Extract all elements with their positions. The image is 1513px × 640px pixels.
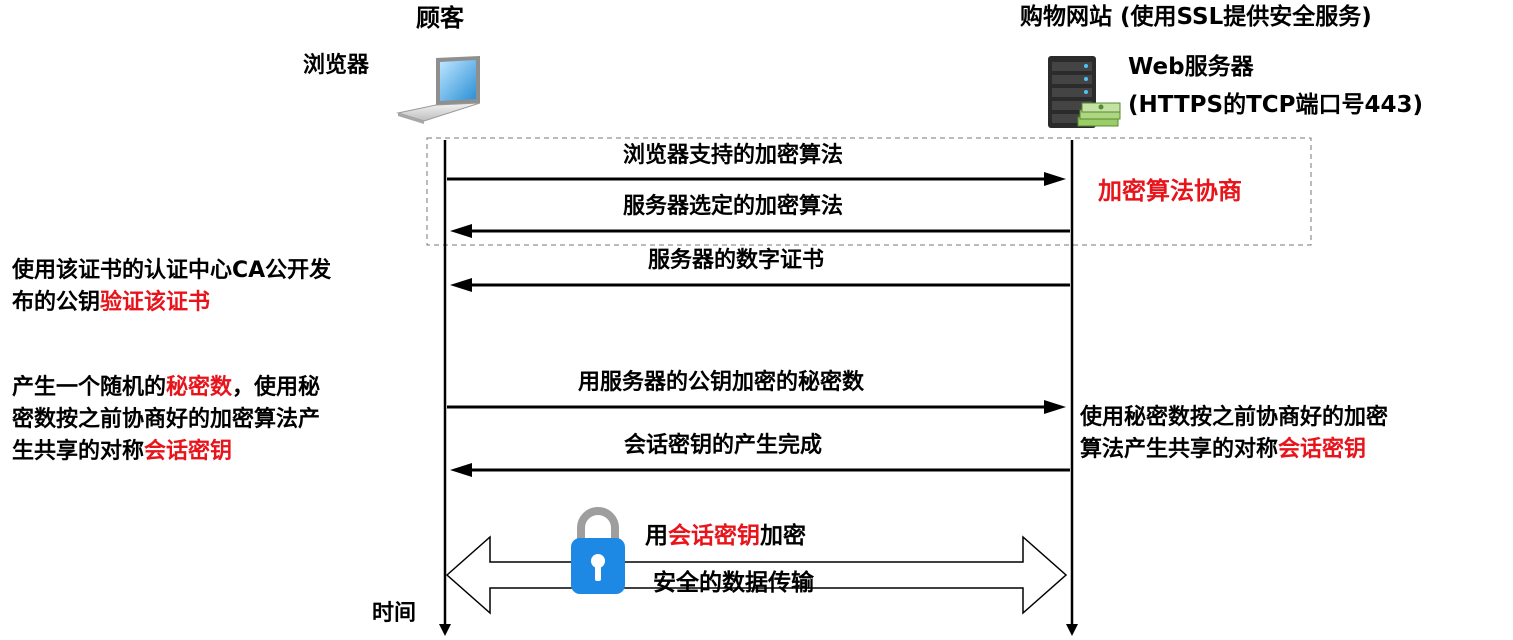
message-arrow-1 bbox=[447, 172, 1066, 186]
customer-title: 顾客 bbox=[416, 4, 464, 32]
secret-number-highlight: 秘密数 bbox=[166, 375, 233, 400]
time-label: 时间 bbox=[372, 601, 417, 626]
lock-icon bbox=[571, 507, 625, 594]
message-arrow-3 bbox=[450, 278, 1070, 292]
server-key-note-line1: 使用秘密数按之前协商好的加密 bbox=[1080, 405, 1389, 430]
verify-note-line2: 布的公钥验证该证书 bbox=[12, 290, 211, 315]
server-key-note-line2: 算法产生共享的对称会话密钥 bbox=[1080, 437, 1367, 462]
secret-note-line1: 产生一个随机的秘密数，使用秘 bbox=[12, 375, 321, 400]
negotiation-label: 加密算法协商 bbox=[1098, 177, 1242, 205]
message-label-4: 用服务器的公钥加密的秘密数 bbox=[578, 370, 865, 395]
laptop-icon bbox=[396, 56, 481, 124]
message-label-1: 浏览器支持的加密算法 bbox=[623, 143, 844, 168]
secret-note-line3: 生共享的对称会话密钥 bbox=[12, 439, 233, 464]
session-key-highlight-right: 会话密钥 bbox=[1278, 437, 1367, 462]
money-icon bbox=[1077, 102, 1121, 127]
secret-note-line2: 密数按之前协商好的加密算法产 bbox=[12, 407, 321, 432]
message-arrow-4 bbox=[447, 400, 1066, 414]
session-key-highlight-left: 会话密钥 bbox=[144, 439, 233, 464]
server-label-line1: Web服务器 bbox=[1128, 54, 1254, 80]
server-key-note: 使用秘密数按之前协商好的加密 算法产生共享的对称会话密钥 bbox=[1080, 402, 1388, 466]
message-label-3: 服务器的数字证书 bbox=[648, 248, 825, 273]
secure-label-line1: 用会话密钥加密 bbox=[645, 523, 806, 549]
secure-label-line2: 安全的数据传输 bbox=[653, 570, 814, 596]
shop-title: 购物网站 (使用SSL提供安全服务) bbox=[1020, 4, 1372, 30]
message-label-5: 会话密钥的产生完成 bbox=[624, 433, 823, 458]
verify-highlight: 验证该证书 bbox=[100, 290, 211, 315]
verify-note-line1: 使用该证书的认证中心CA公开发 bbox=[12, 258, 332, 283]
server-label-line2: (HTTPS的TCP端口号443) bbox=[1128, 92, 1424, 118]
message-arrow-2 bbox=[450, 224, 1070, 238]
message-arrow-5 bbox=[450, 463, 1070, 477]
verify-note: 使用该证书的认证中心CA公开发 布的公钥验证该证书 bbox=[12, 255, 331, 319]
client-lifeline bbox=[439, 140, 451, 636]
session-key-highlight-secure: 会话密钥 bbox=[668, 523, 760, 549]
message-label-2: 服务器选定的加密算法 bbox=[623, 194, 844, 219]
browser-label: 浏览器 bbox=[303, 53, 370, 78]
server-lifeline bbox=[1066, 140, 1078, 636]
secret-note: 产生一个随机的秘密数，使用秘 密数按之前协商好的加密算法产 生共享的对称会话密钥 bbox=[12, 372, 320, 468]
